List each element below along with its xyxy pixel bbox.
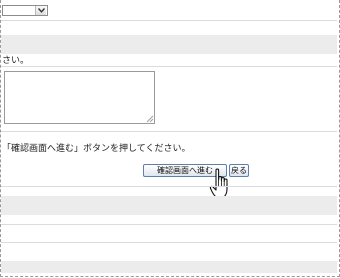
comment-textarea[interactable] (4, 71, 155, 124)
section-header-band (1, 261, 337, 273)
row-divider (1, 224, 337, 225)
row-divider (1, 131, 337, 132)
section-header-band (1, 35, 337, 54)
row-divider (1, 186, 337, 187)
row-divider (1, 66, 337, 67)
category-select[interactable] (2, 5, 48, 16)
comment-prompt-text: さい。 (2, 56, 30, 66)
chevron-down-icon[interactable] (35, 6, 46, 15)
back-button[interactable]: 戻る (229, 164, 249, 177)
section-header-band (1, 196, 337, 215)
row-divider (1, 242, 337, 243)
resize-grip-icon[interactable] (146, 115, 154, 123)
submit-instruction-text: 「確認画面へ進む」ボタンを押してください。 (2, 144, 191, 154)
row-divider (1, 20, 337, 21)
